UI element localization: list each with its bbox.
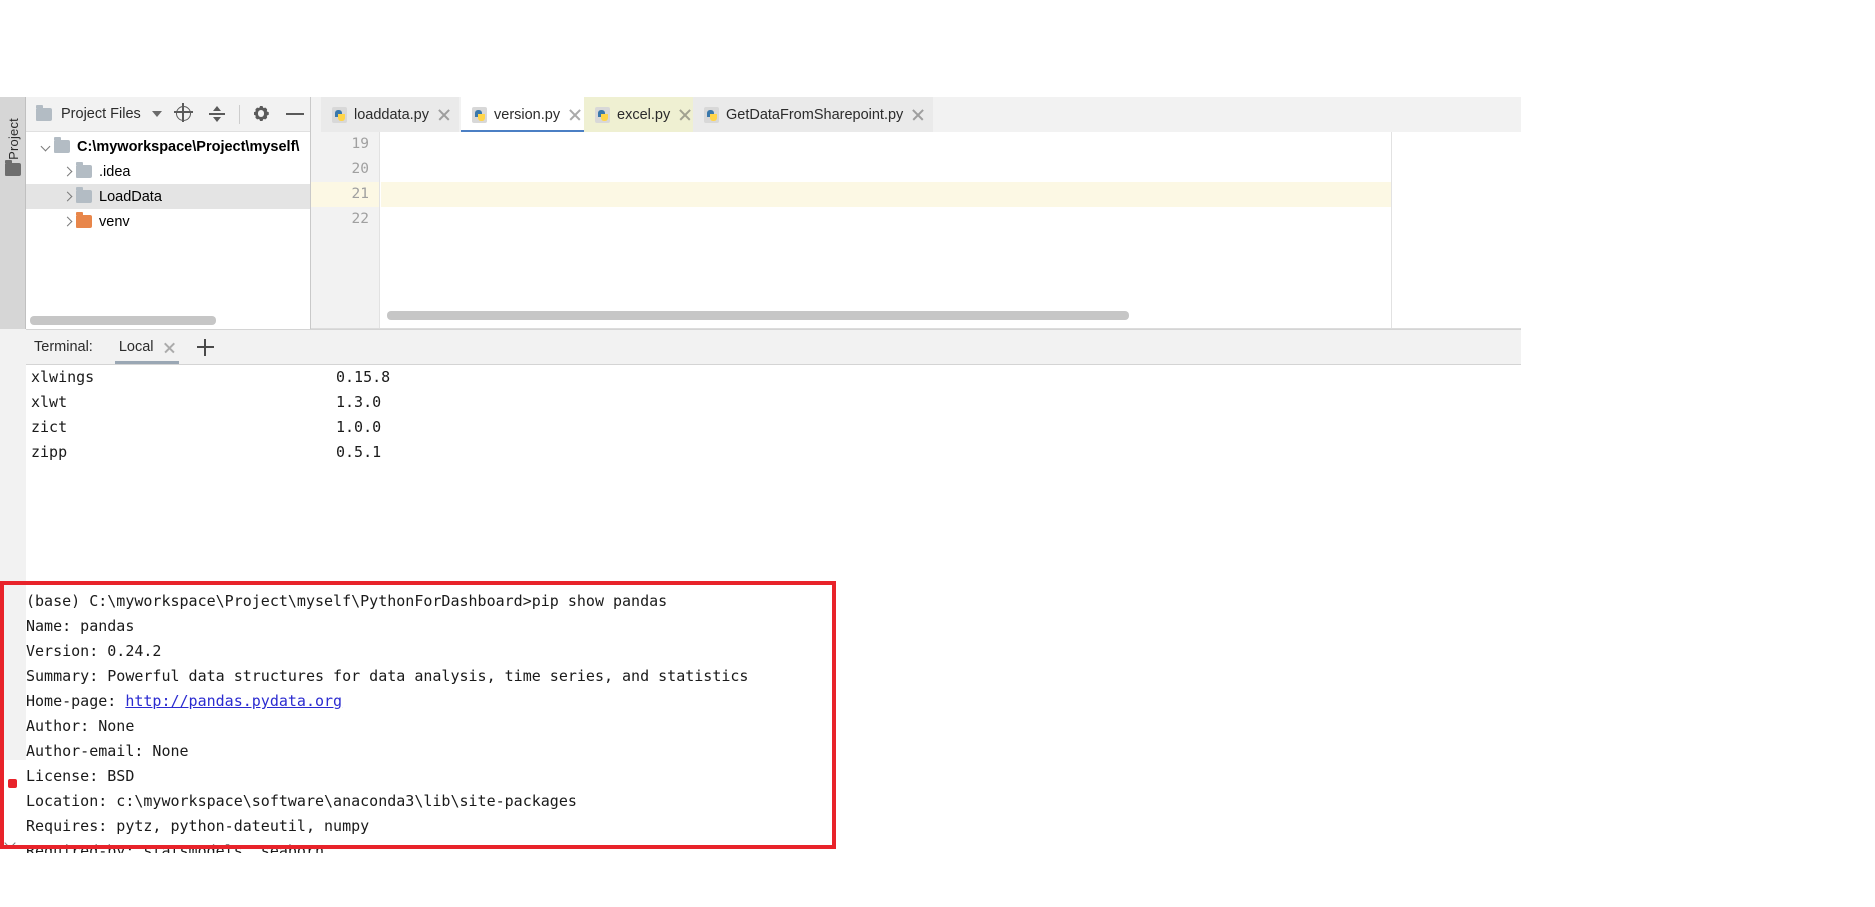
code-text-area[interactable] — [381, 132, 1391, 329]
tree-item-root[interactable]: C:\myworkspace\Project\myself\ — [26, 134, 310, 159]
package-row: xlwt 1.3.0 — [26, 390, 1521, 415]
package-version: 0.15.8 — [336, 368, 391, 386]
chevron-down-icon[interactable] — [4, 837, 16, 849]
terminal-tab-local[interactable]: Local — [114, 330, 179, 364]
package-row: zict 1.0.0 — [26, 415, 1521, 440]
pip-author-line: Author: None — [26, 717, 135, 735]
package-name: xlwings — [31, 368, 95, 386]
annotation-marker — [8, 779, 17, 788]
line-number: 21 — [311, 182, 379, 207]
pip-license-line: License: BSD — [26, 767, 135, 785]
tree-item-label: C:\myworkspace\Project\myself\ — [77, 138, 300, 155]
gear-icon[interactable] — [253, 105, 272, 123]
editor-tab-label: excel.py — [617, 106, 671, 123]
project-panel-header: Project Files — [26, 97, 310, 132]
package-version: 0.5.1 — [336, 443, 382, 461]
folder-icon — [76, 187, 92, 203]
project-tree: C:\myworkspace\Project\myself\ .idea Loa… — [26, 132, 310, 234]
pip-name-line: Name: pandas — [26, 617, 135, 635]
locate-target-icon[interactable] — [175, 105, 194, 123]
project-panel-horizontal-scrollbar[interactable] — [30, 316, 216, 325]
close-icon[interactable] — [438, 109, 450, 121]
editor-right-divider — [1391, 132, 1392, 329]
folder-icon — [54, 137, 70, 153]
pip-requires-line: Requires: pytz, python-dateutil, numpy — [26, 817, 370, 835]
package-row: zipp 0.5.1 — [26, 440, 1521, 465]
editor-tab-label: loaddata.py — [354, 106, 429, 123]
ide-window: 1: Project Project Files C:\myworkspace\… — [0, 97, 1521, 853]
package-row: xlwings 0.15.8 — [26, 365, 1521, 390]
folder-icon — [76, 162, 92, 178]
project-files-label: Project Files — [61, 106, 141, 122]
minimize-icon[interactable] — [285, 105, 304, 123]
pip-homepage-link[interactable]: http://pandas.pydata.org — [125, 692, 342, 710]
folder-icon — [36, 104, 52, 121]
plus-icon[interactable] — [196, 338, 214, 356]
terminal-tool-bar: Terminal: Local — [26, 329, 1521, 365]
editor-tab-label: GetDataFromSharepoint.py — [726, 106, 904, 123]
chevron-right-icon[interactable] — [58, 166, 76, 177]
tree-item-label: .idea — [99, 163, 131, 180]
folder-icon — [5, 160, 21, 176]
editor-tab-version[interactable]: version.py — [461, 97, 591, 132]
pip-homepage-label: Home-page: — [26, 692, 126, 710]
folder-icon — [76, 212, 92, 228]
terminal-title: Terminal: — [34, 339, 93, 355]
tree-item-label: venv — [99, 213, 130, 230]
package-name: xlwt — [31, 393, 68, 411]
python-file-icon — [332, 106, 347, 123]
pip-summary-line: Summary: Powerful data structures for da… — [26, 667, 749, 685]
editor-tab-bar: loaddata.py version.py excel.py GetDataF… — [311, 97, 1521, 132]
editor-tab-loaddata[interactable]: loaddata.py — [321, 97, 459, 132]
editor-tab-getdatafromsharepoint[interactable]: GetDataFromSharepoint.py — [693, 97, 934, 132]
close-icon[interactable] — [679, 109, 691, 121]
close-icon[interactable] — [569, 109, 581, 121]
editor-tab-label: version.py — [494, 106, 561, 123]
python-file-icon — [704, 106, 719, 123]
pip-author-email-line: Author-email: None — [26, 742, 189, 760]
screenshot-root: 1: Project Project Files C:\myworkspace\… — [0, 0, 1875, 907]
chevron-right-icon[interactable] — [58, 191, 76, 202]
terminal-tab-label: Local — [118, 339, 154, 355]
line-number: 20 — [351, 161, 369, 177]
pip-show-output: (base) C:\myworkspace\Project\myself\Pyt… — [26, 589, 1126, 853]
code-line-current — [381, 182, 1391, 207]
tree-item-loaddata[interactable]: LoadData — [26, 184, 310, 209]
python-file-icon — [472, 106, 487, 123]
chevron-right-icon[interactable] — [58, 216, 76, 227]
tree-item-venv[interactable]: venv — [26, 209, 310, 234]
editor-horizontal-scrollbar[interactable] — [387, 311, 1129, 320]
chevron-down-icon[interactable] — [151, 111, 162, 117]
package-name: zipp — [31, 443, 68, 461]
pip-required-by-line: Required-by: statsmodels, seaborn — [26, 842, 325, 853]
pip-version-line: Version: 0.24.2 — [26, 642, 162, 660]
package-version: 1.3.0 — [336, 393, 382, 411]
terminal-prompt-line: (base) C:\myworkspace\Project\myself\Pyt… — [26, 592, 668, 610]
tree-item-idea[interactable]: .idea — [26, 159, 310, 184]
python-file-icon — [595, 106, 610, 123]
line-number: 22 — [351, 211, 369, 227]
line-number: 19 — [351, 136, 369, 152]
package-name: zict — [31, 418, 68, 436]
project-panel: Project Files C:\myworkspace\Project\mys… — [26, 97, 311, 329]
terminal-left-gutter — [0, 567, 26, 857]
pip-location-line: Location: c:\myworkspace\software\anacon… — [26, 792, 577, 810]
left-tool-rail: 1: Project — [0, 97, 26, 329]
tree-item-label: LoadData — [99, 188, 162, 205]
package-version: 1.0.0 — [336, 418, 382, 436]
gutter-vertical-text — [3, 707, 15, 710]
pip-homepage-line: Home-page: http://pandas.pydata.org — [26, 689, 1126, 714]
editor-tab-excel[interactable]: excel.py — [584, 97, 701, 132]
code-editor[interactable]: 19 20 21 22 — [311, 132, 1521, 329]
editor-gutter: 19 20 21 22 — [311, 132, 380, 329]
close-icon[interactable] — [164, 342, 175, 353]
tool-window-button-project[interactable]: 1: Project — [0, 102, 26, 190]
close-icon[interactable] — [912, 109, 924, 121]
toolbar-separator — [238, 104, 240, 124]
collapse-all-icon[interactable] — [208, 105, 226, 123]
chevron-down-icon[interactable] — [36, 141, 54, 152]
